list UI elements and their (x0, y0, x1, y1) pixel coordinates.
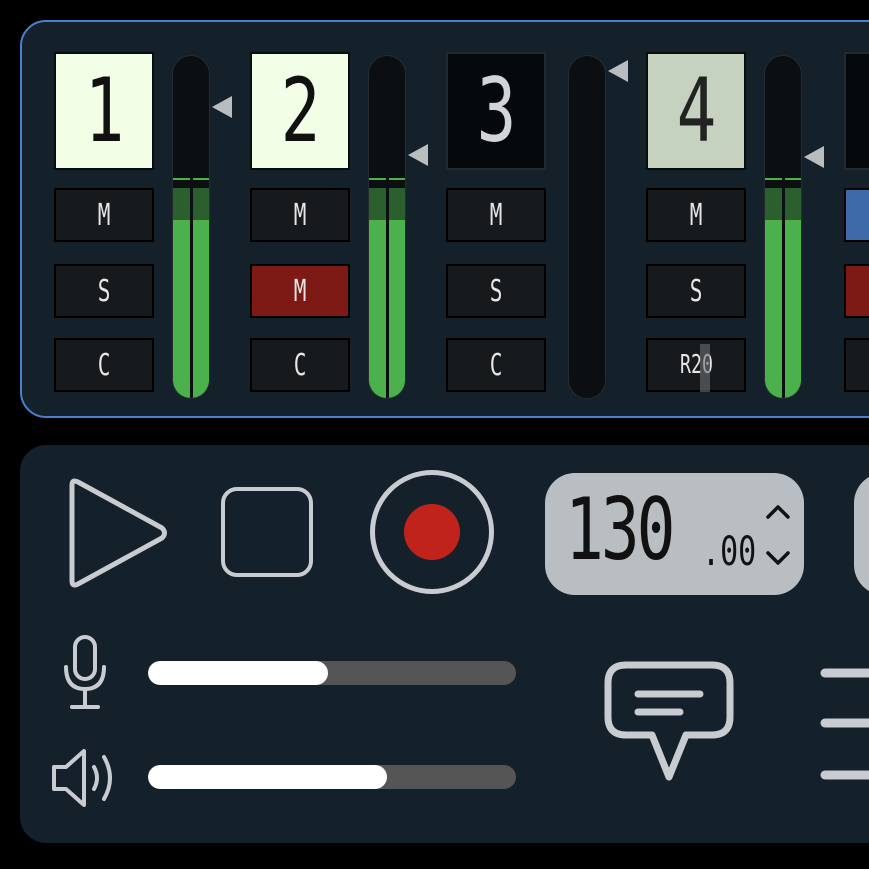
pan-button[interactable]: C (446, 338, 546, 392)
stop-button[interactable] (221, 487, 313, 577)
mute-button[interactable]: M (250, 188, 350, 242)
mute-button[interactable]: M (646, 188, 746, 242)
fader-pointer[interactable] (408, 144, 428, 166)
pan-button[interactable]: R20 (646, 338, 746, 392)
pan-button[interactable]: C (250, 338, 350, 392)
solo-button[interactable]: S (646, 264, 746, 318)
input-volume-slider[interactable] (148, 661, 516, 685)
transport-panel: 130 .00 (20, 445, 869, 843)
time-display[interactable] (854, 473, 869, 595)
level-meter[interactable] (764, 55, 802, 399)
menu-icon[interactable] (820, 665, 869, 785)
mute-button[interactable] (844, 188, 869, 242)
microphone-icon[interactable] (60, 633, 110, 713)
chat-bubble-icon[interactable] (602, 659, 736, 783)
output-volume-slider[interactable] (148, 765, 516, 789)
channel-number-display[interactable] (844, 52, 869, 170)
tempo-stepper-icon[interactable] (765, 503, 791, 567)
speaker-icon[interactable] (50, 745, 122, 811)
pan-button[interactable] (844, 338, 869, 392)
level-meter[interactable] (368, 55, 406, 399)
tempo-display[interactable]: 130 .00 (545, 473, 804, 595)
channel-number-display[interactable]: 2 (250, 52, 350, 170)
solo-button[interactable]: S (446, 264, 546, 318)
play-icon[interactable] (66, 477, 170, 589)
channel-number-display[interactable]: 3 (446, 52, 546, 170)
record-button[interactable] (370, 470, 494, 594)
solo-button[interactable] (844, 264, 869, 318)
level-meter[interactable] (568, 55, 606, 399)
tempo-integer: 130 (565, 480, 676, 580)
record-icon (404, 504, 460, 560)
fader-pointer[interactable] (804, 146, 824, 168)
mute-button[interactable]: M (446, 188, 546, 242)
channel-number-display[interactable]: 4 (646, 52, 746, 170)
fader-pointer[interactable] (608, 60, 628, 82)
fader-pointer[interactable] (212, 96, 232, 118)
solo-button[interactable]: M (250, 264, 350, 318)
solo-button[interactable]: S (54, 264, 154, 318)
mixer-panel: 1 M S C 2 M M C 3 M S C 4 M S R20 (20, 20, 869, 418)
level-meter[interactable] (172, 55, 210, 399)
mute-button[interactable]: M (54, 188, 154, 242)
tempo-decimal: .00 (702, 529, 757, 575)
channel-number-display[interactable]: 1 (54, 52, 154, 170)
pan-cursor (700, 344, 710, 392)
pan-button[interactable]: C (54, 338, 154, 392)
